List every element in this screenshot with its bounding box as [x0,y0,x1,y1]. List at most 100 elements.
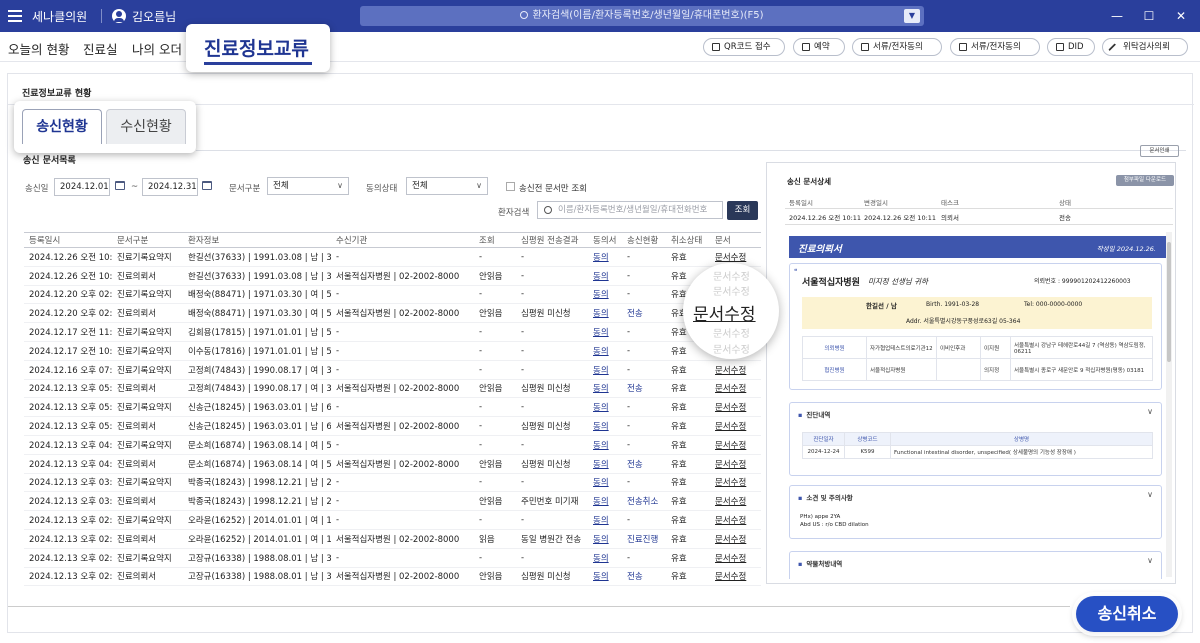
minimize-button[interactable]: — [1106,6,1128,26]
edit-document-link[interactable]: 문서수정 [710,567,761,587]
table-row[interactable]: 2024.12.26 오전 10:11진료기록요약지한길선(37633) | 1… [24,247,761,267]
chevron-down-icon[interactable]: ∨ [1147,407,1153,416]
consent-status-select[interactable]: 전체 ∨ [406,177,488,195]
edit-document-link[interactable]: 문서수정 [710,360,761,380]
edit-document-link[interactable]: 문서수정 [710,473,761,493]
menu-my-orders[interactable]: 나의 오더 [132,39,182,58]
table-row[interactable]: 2024.12.13 오후 05:11진료의뢰서신송근(18245) | 196… [24,416,761,436]
tab-receive-status[interactable]: 수신현황 [106,109,186,144]
consent-link[interactable]: 동의 [588,567,622,587]
edit-document-link[interactable]: 문서수정 [710,435,761,455]
date-to-input[interactable]: 2024.12.31 [142,178,198,196]
scrollbar-thumb[interactable] [1167,242,1171,362]
column-header[interactable]: 심평원 전송결과 [516,232,588,248]
table-row[interactable]: 2024.12.26 오전 10:11진료의뢰서한길선(37633) | 199… [24,266,761,286]
menu-medical-info-exchange[interactable]: 진료정보교류 [186,24,330,72]
maximize-button[interactable]: ☐ [1138,6,1160,26]
edit-document-link[interactable]: 문서수정 [710,510,761,530]
reservation-button[interactable]: 예약 [793,38,845,56]
consent-link[interactable]: 동의 [588,491,622,512]
consent-link[interactable]: 동의 [588,435,622,455]
edit-document-link[interactable]: 문서수정 [710,548,761,568]
menu-today-status[interactable]: 오늘의 현황 [8,39,69,58]
menu-clinic-room[interactable]: 진료실 [83,39,118,58]
pre-send-only-checkbox[interactable] [506,182,515,191]
column-header[interactable]: 수신기관 [331,232,474,248]
documents-consent-button-1[interactable]: 서류/전자동의 [852,38,942,56]
send-cancel-button[interactable]: 송신취소 [1076,596,1178,632]
hamburger-menu-icon[interactable] [8,7,22,25]
table-row[interactable]: 2024.12.16 오후 07:53진료기록요약지고정희(74843) | 1… [24,360,761,380]
did-button[interactable]: DID [1047,38,1095,56]
column-header[interactable]: 환자정보 [183,232,331,248]
table-row[interactable]: 2024.12.13 오후 02:37진료의뢰서오라윤(16252) | 201… [24,529,761,549]
patient-search-input[interactable]: 이름/환자등록번호/생년월일/휴대전화번호 [537,201,723,219]
consent-link[interactable]: 동의 [588,285,622,305]
table-row[interactable]: 2024.12.20 오후 02:51진료의뢰서배정숙(88471) | 197… [24,303,761,324]
consent-link[interactable]: 동의 [588,379,622,399]
edit-document-link[interactable]: 문서수정 [710,454,761,474]
edit-document-link[interactable]: 문서수정 [710,529,761,549]
table-row[interactable]: 2024.12.13 오후 02:37진료기록요약지오라윤(16252) | 2… [24,510,761,530]
consent-link[interactable]: 동의 [588,510,622,530]
send-status-link[interactable]: 전송 [622,454,666,474]
search-button[interactable]: 조회 [727,201,758,220]
zoom-edit-document-link[interactable]: 문서수정 [693,300,756,325]
tab-send-status[interactable]: 송신현황 [22,109,102,144]
column-header[interactable]: 취소상태 [666,232,710,248]
patient-search-bar[interactable]: 환자검색(이름/환자등록번호/생년월일/휴대폰번호)(F5) ▼ [360,6,924,26]
send-status-link[interactable]: 전송 [622,567,666,587]
table-row[interactable]: 2024.12.13 오후 02:00진료의뢰서고장규(16338) | 198… [24,567,761,587]
consent-link[interactable]: 동의 [588,416,622,436]
send-status-link[interactable]: 전송취소 [622,491,666,512]
edit-document-link[interactable]: 문서수정 [710,416,761,436]
outsourced-test-button[interactable]: 위탁검사의뢰 [1102,38,1188,56]
consent-link[interactable]: 동의 [588,397,622,418]
close-button[interactable]: ✕ [1170,6,1192,26]
edit-document-link[interactable]: 문서수정 [710,379,761,399]
consent-link[interactable]: 동의 [588,266,622,286]
detail-scrollbar[interactable] [1166,232,1172,577]
edit-document-link[interactable]: 문서수정 [710,397,761,418]
consent-link[interactable]: 동의 [588,341,622,361]
edit-document-link[interactable]: 문서수정 [710,491,761,512]
consent-link[interactable]: 동의 [588,454,622,474]
table-row[interactable]: 2024.12.13 오후 04:58진료기록요약지문소희(16874) | 1… [24,435,761,455]
consent-link[interactable]: 동의 [588,529,622,549]
column-header[interactable]: 문서 [710,232,761,248]
calendar-icon[interactable] [115,181,125,190]
consent-link[interactable]: 동의 [588,360,622,380]
table-row[interactable]: 2024.12.20 오후 02:51진료기록요약지배정숙(88471) | 1… [24,285,761,305]
table-row[interactable]: 2024.12.13 오후 05:11진료기록요약지신송근(18245) | 1… [24,397,761,418]
table-row[interactable]: 2024.12.13 오후 03:23진료의뢰서박종국(18243) | 199… [24,491,761,512]
send-status-link[interactable]: 전송 [622,379,666,399]
consent-link[interactable]: 동의 [588,247,622,267]
chevron-down-icon[interactable]: ▼ [904,9,920,23]
send-status-link[interactable]: 진료진행 [622,529,666,549]
doc-type-select[interactable]: 전체 ∨ [267,177,349,195]
consent-link[interactable]: 동의 [588,303,622,324]
consent-link[interactable]: 동의 [588,548,622,568]
column-header[interactable]: 등록일시 [24,232,112,248]
date-from-input[interactable]: 2024.12.01 [54,178,110,196]
attachment-download-button[interactable]: 첨부파일 다운로드 [1116,175,1174,186]
send-status-link[interactable]: 전송 [622,303,666,324]
table-row[interactable]: 2024.12.17 오전 10:51진료기록요약지이수동(17816) | 1… [24,341,761,361]
table-row[interactable]: 2024.12.13 오후 03:23진료기록요약지박종국(18243) | 1… [24,473,761,493]
consent-link[interactable]: 동의 [588,473,622,493]
table-row[interactable]: 2024.12.17 오전 11:20진료기록요약지김회용(17815) | 1… [24,322,761,342]
chevron-down-icon[interactable]: ∨ [1147,556,1153,565]
column-header[interactable]: 동의서 [588,232,622,248]
qr-checkin-button[interactable]: QR코드 접수 [703,38,785,56]
table-row[interactable]: 2024.12.13 오후 04:58진료의뢰서문소희(16874) | 196… [24,454,761,474]
table-row[interactable]: 2024.12.13 오후 02:00진료기록요약지고장규(16338) | 1… [24,548,761,568]
column-header[interactable]: 조회 [474,232,516,248]
chevron-down-icon[interactable]: ∨ [1147,490,1153,499]
calendar-icon[interactable] [202,181,212,190]
user-icon[interactable] [112,9,126,23]
column-header[interactable]: 문서구분 [112,232,183,248]
user-name[interactable]: 김오름님 [132,8,176,25]
print-document-button[interactable]: 문서인쇄 [1140,145,1179,157]
consent-link[interactable]: 동의 [588,322,622,342]
documents-consent-button-2[interactable]: 서류/전자동의 [950,38,1040,56]
